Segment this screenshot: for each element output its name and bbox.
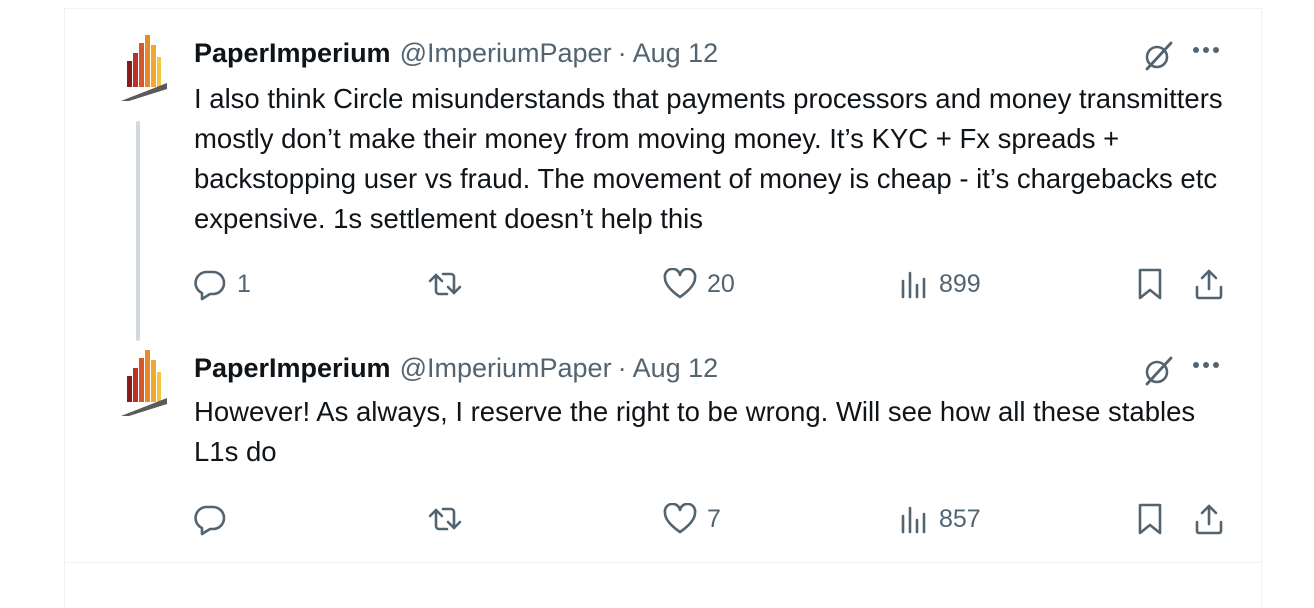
divider — [64, 562, 1262, 563]
grok-icon[interactable] — [1141, 354, 1175, 388]
avatar[interactable] — [115, 31, 171, 101]
retweet-button[interactable] — [427, 264, 473, 304]
share-icon — [1195, 269, 1223, 300]
bookmark-button[interactable] — [1135, 499, 1165, 539]
view-count: 899 — [939, 269, 981, 298]
views-button[interactable]: 857 — [899, 499, 981, 539]
views-icon — [901, 506, 926, 534]
retweet-button[interactable] — [427, 499, 473, 539]
tweet-header: PaperImperium @ImperiumPaper · Aug 12 — [194, 350, 718, 386]
view-count: 857 — [939, 504, 981, 533]
tweet-header: PaperImperium @ImperiumPaper · Aug 12 — [194, 35, 718, 71]
bookmark-icon — [1138, 503, 1162, 535]
tweet-date[interactable]: Aug 12 — [633, 38, 719, 69]
more-icon[interactable] — [1191, 360, 1221, 370]
reply-icon — [194, 505, 226, 536]
action-bar: 7 857 — [65, 499, 1263, 539]
reply-icon — [194, 270, 226, 301]
handle[interactable]: @ImperiumPaper — [400, 38, 612, 69]
reply-button[interactable]: 1 — [193, 264, 251, 304]
views-button[interactable]: 899 — [899, 264, 981, 304]
reply-button[interactable] — [193, 499, 237, 539]
tweet-text: However! As always, I reserve the right … — [194, 396, 1196, 467]
like-count: 7 — [707, 504, 721, 533]
paperimperium-logo — [121, 35, 167, 101]
like-button[interactable]: 7 — [663, 499, 721, 539]
handle[interactable]: @ImperiumPaper — [400, 353, 612, 384]
share-button[interactable] — [1193, 499, 1225, 539]
tweet-date[interactable]: Aug 12 — [633, 353, 719, 384]
like-button[interactable]: 20 — [663, 264, 735, 304]
display-name[interactable]: PaperImperium — [194, 38, 391, 69]
like-count: 20 — [707, 269, 735, 298]
separator-dot: · — [617, 352, 627, 383]
views-icon — [901, 271, 926, 299]
more-icon[interactable] — [1191, 45, 1221, 55]
bookmark-button[interactable] — [1135, 264, 1165, 304]
reply-count: 1 — [237, 269, 251, 298]
retweet-icon — [428, 507, 462, 531]
avatar[interactable] — [115, 346, 171, 416]
grok-icon[interactable] — [1141, 39, 1175, 73]
paperimperium-logo — [121, 350, 167, 416]
action-bar: 1 20 899 — [65, 264, 1263, 304]
heart-icon — [663, 268, 697, 299]
heart-icon — [663, 503, 697, 534]
tweet-text: I also think Circle misunderstands that … — [194, 83, 1223, 234]
display-name[interactable]: PaperImperium — [194, 353, 391, 384]
retweet-icon — [428, 272, 462, 296]
bookmark-icon — [1138, 268, 1162, 300]
separator-dot: · — [617, 37, 627, 68]
timeline-column: PaperImperium @ImperiumPaper · Aug 12 I … — [64, 8, 1262, 608]
share-icon — [1195, 504, 1223, 535]
thread-line — [136, 121, 140, 341]
share-button[interactable] — [1193, 264, 1225, 304]
